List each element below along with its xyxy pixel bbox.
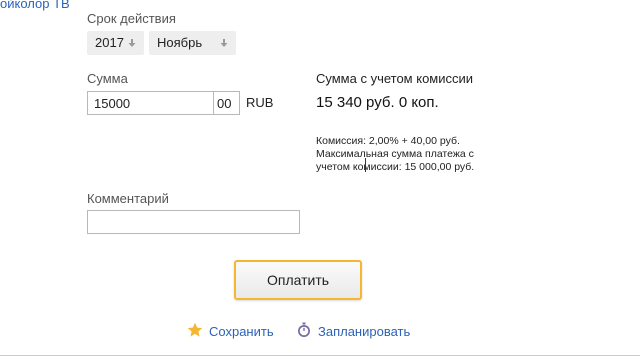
amount-rubles-input[interactable] (87, 91, 214, 115)
top-link[interactable]: ойколор ТВ (0, 0, 70, 11)
schedule-label: Запланировать (318, 324, 411, 339)
currency-label: RUB (246, 95, 274, 110)
year-select-value: 2017 (95, 35, 124, 50)
arrow-down-icon (218, 31, 230, 55)
schedule-link[interactable]: Запланировать (296, 322, 410, 341)
max-payment-line2: учетом комиссии: 15 000,00 руб. (316, 161, 475, 173)
month-select[interactable]: Ноябрь (149, 31, 236, 55)
arrow-down-icon (126, 31, 138, 55)
stopwatch-icon (296, 322, 312, 341)
text-cursor (365, 158, 366, 172)
commission-heading: Сумма с учетом комиссии (316, 71, 474, 86)
year-select[interactable]: 2017 (87, 31, 144, 55)
commission-rate: Комиссия: 2,00% + 40,00 руб. (316, 135, 460, 147)
amount-kopecks-input[interactable] (213, 91, 240, 115)
total-amount: 15 340 руб. 0 коп. (316, 94, 439, 111)
max-payment-line1: Максимальная сумма платежа с (316, 148, 474, 160)
month-select-value: Ноябрь (157, 35, 203, 50)
save-link[interactable]: Сохранить (187, 322, 274, 341)
comment-label: Комментарий (87, 191, 169, 206)
amount-label: Сумма (87, 71, 128, 86)
bottom-divider (0, 355, 640, 356)
save-label: Сохранить (209, 324, 274, 339)
commission-note: Комиссия: 2,00% + 40,00 руб. Максимальна… (316, 135, 516, 174)
validity-label: Срок действия (87, 11, 176, 26)
pay-button[interactable]: Оплатить (234, 260, 362, 300)
star-icon (187, 322, 203, 341)
comment-input[interactable] (87, 210, 300, 234)
